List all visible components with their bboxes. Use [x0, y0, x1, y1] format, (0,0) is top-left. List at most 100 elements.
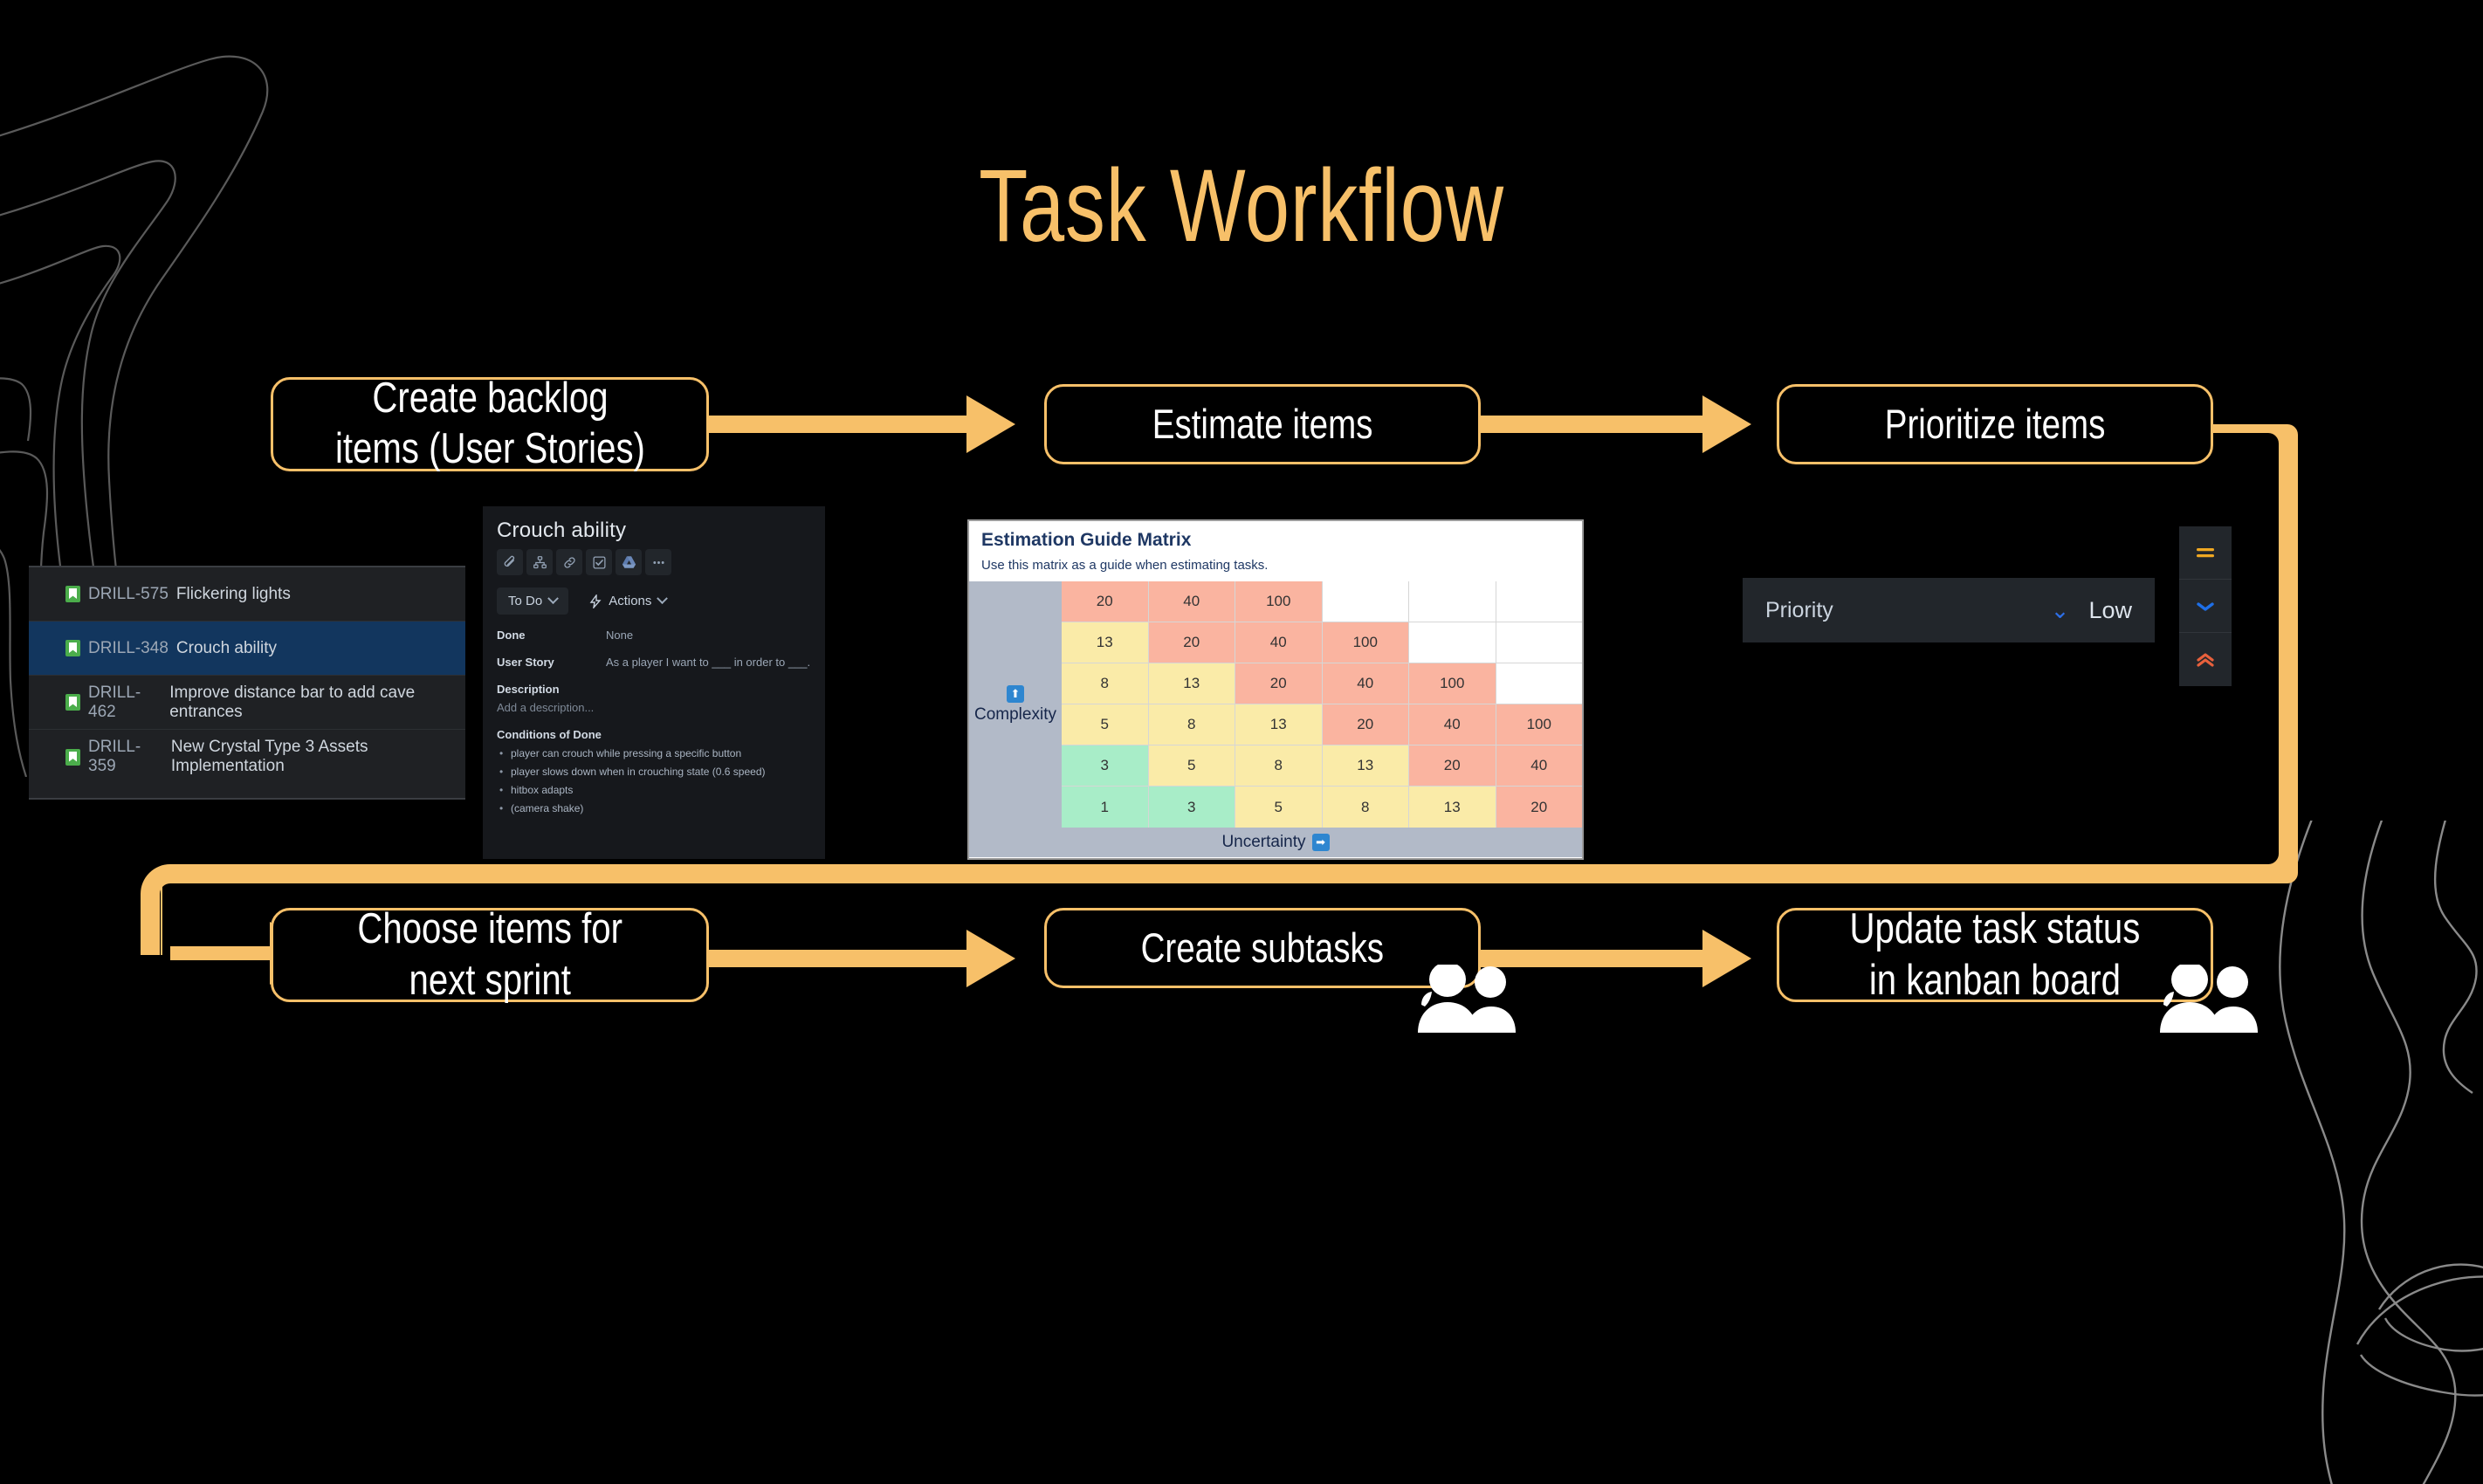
matrix-cell: 13 [1148, 663, 1235, 704]
condition-item: hitbox adapts [497, 784, 811, 796]
matrix-cell [1409, 622, 1496, 663]
google-drive-icon[interactable] [616, 549, 642, 575]
matrix-row: 8 13 20 40 100 [1062, 663, 1582, 704]
matrix-cell: 40 [1235, 622, 1323, 663]
matrix-cell: 20 [1062, 581, 1149, 622]
arrow-up-icon: ⬆ [1007, 684, 1024, 703]
arrow-step4-to-step5 [709, 930, 1015, 987]
backlog-item-key: DRILL-575 [88, 584, 169, 603]
matrix-x-axis-label: Uncertainty [1221, 833, 1306, 851]
description-placeholder[interactable]: Add a description... [497, 701, 811, 714]
attachment-icon[interactable] [497, 549, 523, 575]
flow-step-label: items (User Stories) [334, 425, 645, 472]
people-group-icon-kanban [2160, 965, 2258, 1033]
priority-button-group[interactable] [2179, 526, 2232, 686]
field-label: User Story [497, 656, 554, 669]
matrix-row: 3 5 8 13 20 40 [1062, 745, 1582, 787]
matrix-cell [1409, 581, 1496, 622]
task-actions-dropdown[interactable]: Actions [589, 593, 669, 608]
field-label: Done [497, 629, 526, 642]
flow-step-label: in kanban board [1868, 957, 2122, 1004]
task-actions-label: Actions [609, 594, 652, 608]
flow-step-prioritize-items[interactable]: Prioritize items [1777, 384, 2213, 464]
matrix-row: 20 40 100 [1062, 581, 1582, 622]
arrow-right-icon: ➡ [1311, 834, 1330, 851]
flow-step-label: Prioritize items [1884, 400, 2106, 447]
flow-step-choose-items[interactable]: Choose items for next sprint [271, 905, 709, 1004]
priority-medium-button[interactable] [2179, 526, 2232, 580]
story-type-icon [65, 640, 80, 656]
flow-step-label: Create subtasks [1140, 924, 1385, 971]
matrix-cell: 40 [1496, 745, 1582, 787]
sitemap-icon[interactable] [526, 549, 553, 575]
backlog-item-key: DRILL-359 [88, 738, 141, 775]
flow-step-create-backlog[interactable]: Create backlog items (User Stories) [271, 374, 709, 472]
priority-low-button[interactable] [2179, 580, 2232, 633]
matrix-cell: 20 [1148, 622, 1235, 663]
more-icon[interactable] [645, 549, 671, 575]
matrix-cell: 5 [1148, 745, 1235, 787]
matrix-cell: 13 [1062, 622, 1149, 663]
flow-step-label: Choose items for [357, 905, 622, 953]
matrix-cell [1496, 622, 1582, 663]
backlog-item-title: Flickering lights [175, 584, 291, 603]
condition-item: (camera shake) [497, 802, 811, 814]
priority-value: Low [2088, 596, 2132, 623]
matrix-cell [1496, 581, 1582, 622]
condition-item: player can crouch while pressing a speci… [497, 747, 811, 759]
flow-step-estimate-items[interactable]: Estimate items [1044, 384, 1481, 464]
matrix-cell: 40 [1322, 663, 1409, 704]
matrix-y-axis-label: Complexity [974, 704, 1056, 724]
matrix-cell: 20 [1322, 704, 1409, 745]
backlog-item-selected[interactable]: DRILL-348 Crouch ability [29, 622, 465, 676]
story-type-icon [65, 694, 80, 711]
story-type-icon [65, 586, 80, 602]
field-value: As a player I want to ___ in order to __… [606, 656, 811, 669]
matrix-cell: 8 [1235, 745, 1323, 787]
task-status-label: To Do [508, 594, 543, 608]
backlog-item[interactable]: DRILL-462 Improve distance bar to add ca… [29, 676, 465, 730]
matrix-cell: 20 [1409, 745, 1496, 787]
matrix-cell: 13 [1409, 787, 1496, 828]
backlog-item[interactable]: DRILL-575 Flickering lights [29, 567, 465, 622]
flow-step-label: next sprint [409, 957, 571, 1004]
matrix-cell: 20 [1496, 787, 1582, 828]
priority-high-button[interactable] [2179, 633, 2232, 686]
backlog-item-title: Crouch ability [175, 638, 277, 657]
matrix-cell [1322, 581, 1409, 622]
matrix-title: Estimation Guide Matrix [981, 530, 1192, 550]
matrix-cell: 20 [1235, 663, 1323, 704]
matrix-cell: 5 [1062, 704, 1149, 745]
task-field-user-story: User Story As a player I want to ___ in … [497, 656, 811, 669]
backlog-item[interactable]: DRILL-359 New Crystal Type 3 Assets Impl… [29, 730, 465, 784]
link-icon[interactable] [556, 549, 582, 575]
task-toolbar[interactable] [497, 549, 811, 575]
matrix-cell: 13 [1235, 704, 1323, 745]
matrix-cells: 20 40 100 13 20 40 100 8 13 20 40 100 5 8 13 20 40 100 3 5 8… [1062, 581, 1582, 828]
task-detail-panel[interactable]: Crouch ability To Do Actions Done None U… [483, 506, 825, 859]
chevron-down-icon [657, 593, 669, 605]
flow-step-label: Update task status [1849, 905, 2141, 953]
backlog-list[interactable]: DRILL-575 Flickering lights DRILL-348 Cr… [29, 566, 465, 800]
matrix-cell: 100 [1322, 622, 1409, 663]
matrix-cell: 40 [1409, 704, 1496, 745]
task-field-done: Done None [497, 629, 811, 642]
checkbox-icon[interactable] [586, 549, 612, 575]
priority-field[interactable]: Priority ⌄ Low [1743, 578, 2155, 642]
matrix-cell: 8 [1322, 787, 1409, 828]
matrix-cell: 3 [1148, 787, 1235, 828]
people-group-icon-subtasks [1418, 965, 1516, 1033]
flow-step-update-status[interactable]: Update task status in kanban board [1777, 905, 2213, 1004]
flow-step-label: Estimate items [1152, 400, 1373, 447]
matrix-cell: 100 [1409, 663, 1496, 704]
matrix-cell: 13 [1322, 745, 1409, 787]
matrix-cell: 3 [1062, 745, 1149, 787]
flow-step-label: Create backlog [371, 374, 609, 423]
task-status-dropdown[interactable]: To Do [497, 587, 569, 615]
backlog-item-title: Improve distance bar to add cave entranc… [169, 683, 416, 721]
chevron-down-icon[interactable]: ⌄ [2051, 597, 2070, 624]
matrix-cell: 8 [1062, 663, 1149, 704]
matrix-cell: 5 [1235, 787, 1323, 828]
matrix-row: 5 8 13 20 40 100 [1062, 704, 1582, 745]
equals-icon [2197, 548, 2214, 558]
